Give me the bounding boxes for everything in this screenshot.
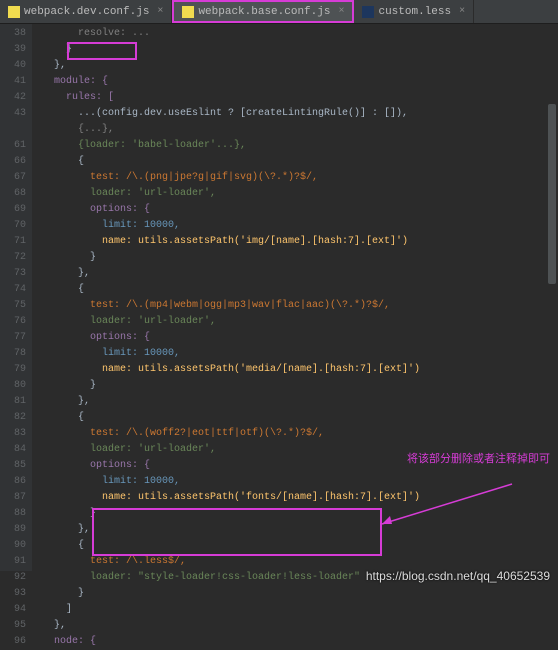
line-gutter: 3839404142436166676869707172737475767778… [0, 24, 32, 571]
watermark: https://blog.csdn.net/qq_40652539 [366, 569, 550, 583]
close-icon[interactable]: × [459, 6, 465, 17]
scrollbar[interactable] [548, 104, 556, 284]
tab-bar: webpack.dev.conf.js × webpack.base.conf.… [0, 0, 558, 24]
code-area[interactable]: resolve: ... } }, module: { rules: [ ...… [32, 24, 558, 571]
close-icon[interactable]: × [338, 6, 344, 17]
tab-webpack-base[interactable]: webpack.base.conf.js × [172, 0, 354, 23]
tab-label: webpack.base.conf.js [198, 6, 330, 18]
editor: 3839404142436166676869707172737475767778… [0, 24, 558, 571]
js-icon [8, 6, 20, 18]
tab-webpack-dev[interactable]: webpack.dev.conf.js × [0, 0, 172, 23]
close-icon[interactable]: × [157, 6, 163, 17]
annotation-text: 将该部分删除或者注释掉即可 [407, 450, 550, 466]
less-icon [362, 6, 374, 18]
tab-label: custom.less [378, 6, 451, 18]
js-icon [182, 6, 194, 18]
tab-custom-less[interactable]: custom.less × [354, 0, 474, 23]
tab-label: webpack.dev.conf.js [24, 6, 149, 18]
